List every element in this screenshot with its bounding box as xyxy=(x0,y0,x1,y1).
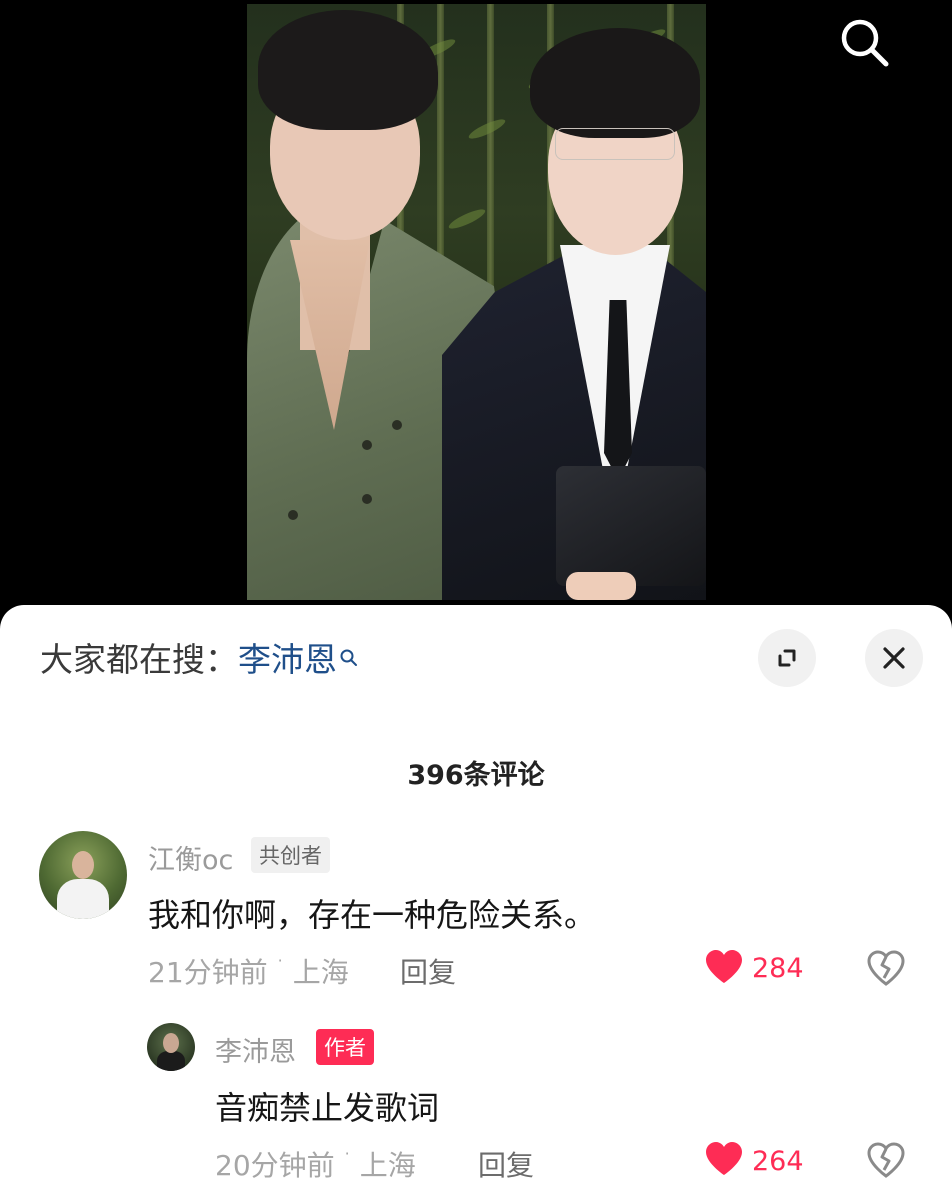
suit-button xyxy=(362,494,372,504)
like-button[interactable] xyxy=(704,949,744,989)
person-left-hair xyxy=(258,10,438,130)
hand xyxy=(566,572,636,600)
avatar[interactable] xyxy=(147,1023,195,1071)
heart-icon xyxy=(706,950,742,983)
suit-button xyxy=(362,440,372,450)
broken-heart-icon xyxy=(867,1142,905,1178)
meta-separator: · xyxy=(344,1144,350,1163)
avatar-head xyxy=(72,851,94,879)
leaf xyxy=(446,206,488,232)
broken-heart-icon xyxy=(867,950,905,986)
reply-button[interactable]: 回复 xyxy=(400,951,456,991)
comment-time: 21分钟前 xyxy=(148,956,268,989)
trending-search[interactable]: 大家都在搜：李沛恩 xyxy=(40,633,359,681)
comment-location: 上海 xyxy=(292,956,349,989)
comment-text[interactable]: 音痴禁止发歌词 xyxy=(215,1083,439,1129)
search-icon xyxy=(339,637,359,676)
comment-username[interactable]: 李沛恩 xyxy=(215,1030,296,1069)
like-button[interactable] xyxy=(704,1141,744,1181)
suit-button xyxy=(288,510,298,520)
expand-button[interactable] xyxy=(758,629,816,687)
comment-meta: 21分钟前 · 上海 xyxy=(148,951,349,991)
comment-count: 396条评论 xyxy=(407,760,545,791)
avatar[interactable] xyxy=(39,831,127,919)
reply-button[interactable]: 回复 xyxy=(478,1144,534,1184)
avatar-head xyxy=(163,1033,179,1053)
close-icon xyxy=(883,647,905,669)
expand-icon xyxy=(778,649,796,667)
person-right-hair xyxy=(530,28,700,138)
search-button[interactable] xyxy=(834,12,894,72)
avatar-shirt xyxy=(57,879,109,919)
comment-sheet: 大家都在搜：李沛恩 396条评论 江衡oc 共创者 我和你啊，存在一种危险关系。… xyxy=(0,605,952,1200)
comment-username[interactable]: 江衡oc xyxy=(148,838,233,877)
search-icon xyxy=(841,19,889,67)
heart-icon xyxy=(706,1142,742,1175)
dislike-button[interactable] xyxy=(866,950,906,990)
comment-location: 上海 xyxy=(359,1149,416,1182)
suit-button xyxy=(392,420,402,430)
comment-text[interactable]: 我和你啊，存在一种危险关系。 xyxy=(148,890,596,936)
cocreator-badge: 共创者 xyxy=(251,837,330,873)
video-area[interactable] xyxy=(0,0,952,620)
meta-separator: · xyxy=(277,951,283,970)
author-badge: 作者 xyxy=(316,1029,374,1065)
black-folder xyxy=(556,466,706,586)
trending-term[interactable]: 李沛恩 xyxy=(238,640,337,679)
comment-time: 20分钟前 xyxy=(215,1149,335,1182)
trending-prefix: 大家都在搜： xyxy=(40,640,238,679)
close-button[interactable] xyxy=(865,629,923,687)
glasses xyxy=(555,128,675,160)
avatar-body xyxy=(157,1051,185,1071)
comment-meta: 20分钟前 · 上海 xyxy=(215,1144,416,1184)
dislike-button[interactable] xyxy=(866,1142,906,1182)
like-count: 264 xyxy=(752,1146,804,1177)
like-count: 284 xyxy=(752,953,804,984)
